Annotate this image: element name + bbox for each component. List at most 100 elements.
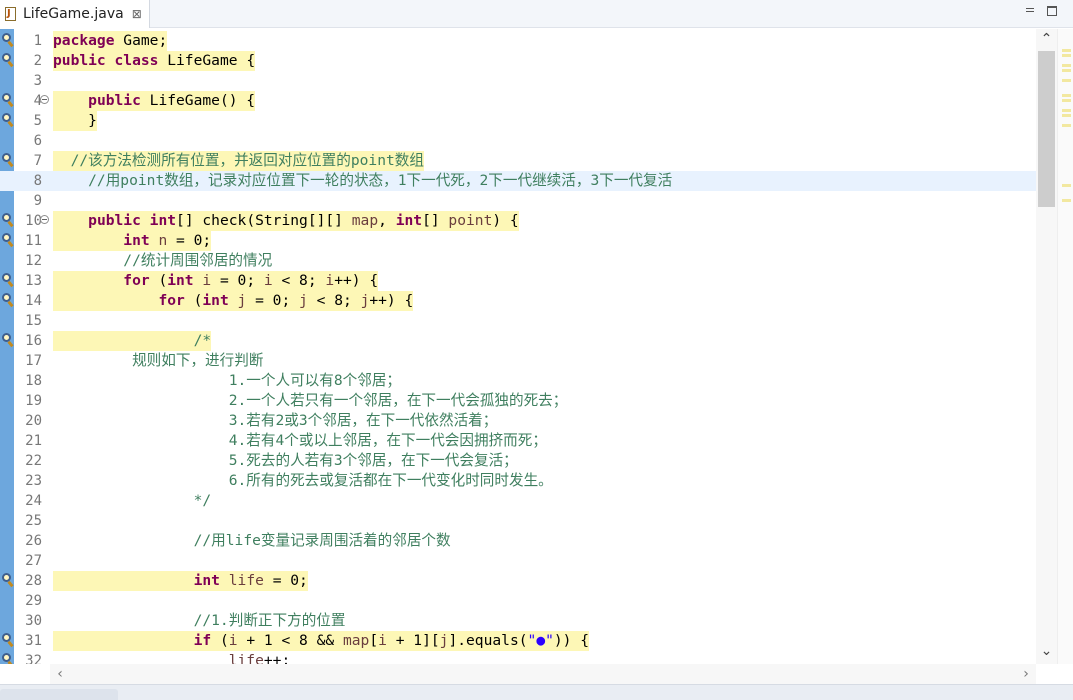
overview-ruler[interactable]	[1057, 29, 1073, 664]
bookmark-marker-icon[interactable]	[1, 233, 14, 248]
code-line[interactable]: 26 //用life变量记录周围活着的邻居个数	[0, 531, 1036, 551]
code-line[interactable]: 16 /*	[0, 331, 1036, 351]
minimize-icon[interactable]	[1024, 4, 1036, 16]
code-line[interactable]: 4 public LifeGame() {	[0, 91, 1036, 111]
code-line[interactable]: 3	[0, 71, 1036, 91]
line-number: 4	[33, 93, 42, 109]
code-editor[interactable]: 1 package Game; 2 public class LifeGame {3 4…	[0, 29, 1073, 664]
code-line[interactable]: 30 //1.判断正下方的位置	[0, 611, 1036, 631]
code-text: //1.判断正下方的位置	[53, 611, 346, 631]
code-line[interactable]: 21 4.若有4个或以上邻居，在下一代会因拥挤而死；	[0, 431, 1036, 451]
line-number: 22	[25, 453, 42, 469]
code-token: //统计周围邻居的情况	[53, 252, 273, 269]
scroll-right-icon[interactable]: ›	[1016, 664, 1036, 684]
code-token: for	[158, 292, 185, 309]
code-text: //用point数组，记录对应位置下一轮的状态，1下一代死，2下一代继续活，3下…	[53, 171, 672, 191]
code-token: life	[228, 572, 264, 589]
bookmark-marker-icon[interactable]	[1, 153, 14, 168]
bookmark-marker-icon[interactable]	[1, 213, 14, 228]
line-number: 21	[25, 433, 42, 449]
occurrence-mark[interactable]	[1062, 49, 1071, 52]
scroll-down-icon[interactable]: ⌄	[1036, 641, 1057, 661]
code-line[interactable]: 28 int life = 0;	[0, 571, 1036, 591]
occurrence-mark[interactable]	[1062, 79, 1071, 82]
code-line[interactable]: 32 life++;	[0, 651, 1036, 664]
scroll-up-icon[interactable]: ⌃	[1036, 29, 1057, 49]
code-line[interactable]: 11 int n = 0;	[0, 231, 1036, 251]
bookmark-marker-icon[interactable]	[1, 113, 14, 128]
bookmark-marker-icon[interactable]	[1, 293, 14, 308]
code-text: for (int i = 0; i < 8; i++) {	[53, 271, 379, 291]
code-line[interactable]: 20 3.若有2或3个邻居，在下一代依然活着；	[0, 411, 1036, 431]
line-number: 10	[25, 213, 42, 229]
code-token: i	[325, 272, 335, 289]
fold-collapse-icon[interactable]	[40, 95, 49, 104]
code-token: (	[149, 272, 168, 289]
bookmark-marker-icon[interactable]	[1, 653, 14, 664]
occurrence-mark[interactable]	[1062, 54, 1071, 57]
code-line[interactable]: 24 */	[0, 491, 1036, 511]
occurrence-mark[interactable]	[1062, 114, 1071, 117]
horizontal-scrollbar[interactable]: ‹ ›	[50, 664, 1036, 684]
code-token: //该方法检测所有位置，并返回对应位置的point数组	[53, 152, 424, 169]
code-line[interactable]: 10 public int[] check(String[][] map, in…	[0, 211, 1036, 231]
code-line[interactable]: 6	[0, 131, 1036, 151]
occurrence-mark[interactable]	[1062, 99, 1071, 102]
code-token: public	[88, 212, 141, 229]
code-line[interactable]: 8 //用point数组，记录对应位置下一轮的状态，1下一代死，2下一代继续活，…	[0, 171, 1036, 191]
maximize-icon[interactable]	[1047, 6, 1057, 16]
code-token: point	[448, 212, 493, 229]
code-line[interactable]: 29	[0, 591, 1036, 611]
bookmark-marker-icon[interactable]	[1, 53, 14, 68]
code-token: "●"	[527, 632, 554, 649]
line-number: 7	[33, 153, 42, 169]
bookmark-marker-icon[interactable]	[1, 273, 14, 288]
bottom-panel-tab[interactable]	[0, 689, 118, 700]
bookmark-marker-icon[interactable]	[1, 33, 14, 48]
bookmark-marker-icon[interactable]	[1, 93, 14, 108]
tab-lifegame-java[interactable]: J LifeGame.java ⊠	[0, 0, 150, 28]
bookmark-marker-icon[interactable]	[1, 633, 14, 648]
code-line[interactable]: 19 2.一个人若只有一个邻居，在下一代会孤独的死去；	[0, 391, 1036, 411]
code-text: 6.所有的死去或复活都在下一代变化时同时发生。	[53, 471, 553, 491]
code-text: 规则如下，进行判断	[53, 351, 263, 371]
code-line[interactable]: 13 for (int i = 0; i < 8; i++) {	[0, 271, 1036, 291]
code-line[interactable]: 18 1.一个人可以有8个邻居；	[0, 371, 1036, 391]
code-line[interactable]: 25	[0, 511, 1036, 531]
close-icon[interactable]: ⊠	[132, 7, 142, 21]
vertical-scrollbar[interactable]: ⌃ ⌄	[1036, 29, 1057, 664]
code-line[interactable]: 1 package Game;	[0, 31, 1036, 51]
code-line[interactable]: 27	[0, 551, 1036, 571]
code-token: map	[351, 212, 379, 229]
code-token: ++;	[263, 652, 291, 664]
occurrence-mark[interactable]	[1062, 64, 1071, 67]
occurrence-mark[interactable]	[1062, 199, 1071, 202]
occurrence-mark[interactable]	[1062, 69, 1071, 72]
code-line[interactable]: 14 for (int j = 0; j < 8; j++) {	[0, 291, 1036, 311]
code-token: = 0;	[167, 232, 212, 249]
code-line[interactable]: 12 //统计周围邻居的情况	[0, 251, 1036, 271]
code-line[interactable]: 23 6.所有的死去或复活都在下一代变化时同时发生。	[0, 471, 1036, 491]
line-number: 14	[25, 293, 42, 309]
code-line[interactable]: 2 public class LifeGame {	[0, 51, 1036, 71]
code-token: LifeGame() {	[140, 92, 256, 109]
occurrence-mark[interactable]	[1062, 109, 1071, 112]
code-line[interactable]: 9	[0, 191, 1036, 211]
code-line[interactable]: 31 if (i + 1 < 8 && map[i + 1][j].equals…	[0, 631, 1036, 651]
code-line[interactable]: 15	[0, 311, 1036, 331]
scroll-left-icon[interactable]: ‹	[50, 664, 70, 684]
code-line[interactable]: 5 }	[0, 111, 1036, 131]
code-token: i	[228, 632, 238, 649]
occurrence-mark[interactable]	[1062, 124, 1071, 127]
code-line[interactable]: 22 5.死去的人若有3个邻居，在下一代会复活；	[0, 451, 1036, 471]
code-line[interactable]: 17 规则如下，进行判断	[0, 351, 1036, 371]
line-number: 2	[33, 53, 42, 69]
bookmark-marker-icon[interactable]	[1, 333, 14, 348]
fold-collapse-icon[interactable]	[40, 215, 49, 224]
code-line[interactable]: 7 //该方法检测所有位置，并返回对应位置的point数组	[0, 151, 1036, 171]
scroll-thumb[interactable]	[1038, 51, 1055, 207]
bookmark-marker-icon[interactable]	[1, 573, 14, 588]
occurrence-mark[interactable]	[1062, 94, 1071, 97]
occurrence-mark[interactable]	[1062, 184, 1071, 187]
